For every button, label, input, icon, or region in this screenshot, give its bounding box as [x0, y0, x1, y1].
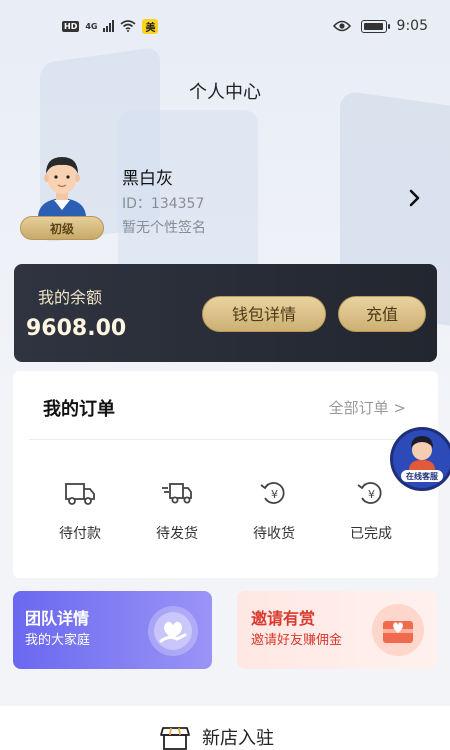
- clock-time: 9:05: [396, 18, 428, 34]
- customer-service-icon[interactable]: 在线客服: [389, 426, 450, 492]
- svg-text:¥: ¥: [271, 488, 278, 501]
- orders-card: 我的订单 全部订单 > 待付款 待发货 ¥ 待收货 ¥ 已完成: [13, 371, 438, 578]
- user-id: ID：134357: [122, 196, 205, 212]
- wallet-details-button[interactable]: 钱包详情: [202, 296, 326, 332]
- status-bar: HD 4G 美 9:05: [0, 0, 450, 52]
- divider: [29, 439, 422, 440]
- eye-icon: [332, 20, 351, 32]
- order-label: 待收货: [253, 526, 295, 542]
- invite-card-subtitle: 邀请好友赚佣金: [251, 633, 343, 648]
- order-pending-payment[interactable]: 待付款: [35, 479, 125, 543]
- yuan-refresh-icon: ¥: [357, 482, 382, 504]
- online-service-label: 在线客服: [406, 471, 439, 481]
- user-name: 黑白灰: [122, 169, 173, 189]
- network-type: 4G: [85, 21, 98, 31]
- team-card-subtitle: 我的大家庭: [25, 633, 91, 648]
- fast-delivery-icon: [162, 483, 192, 504]
- recharge-button[interactable]: 充值: [338, 296, 426, 332]
- svg-text:¥: ¥: [368, 488, 375, 501]
- app-notification-badge: 美: [142, 18, 159, 34]
- orders-title: 我的订单: [43, 399, 115, 420]
- invite-card-title: 邀请有赏: [251, 609, 316, 628]
- truck-icon: [65, 483, 95, 505]
- page-title: 个人中心: [189, 82, 261, 103]
- yuan-refresh-icon: ¥: [260, 482, 285, 504]
- all-orders-link[interactable]: 全部订单 >: [329, 397, 406, 418]
- order-label: 已完成: [350, 526, 392, 542]
- level-badge: 初级: [20, 216, 104, 240]
- chevron-right-icon[interactable]: [402, 186, 426, 210]
- user-signature: 暂无个性签名: [122, 220, 206, 236]
- wifi-icon: [120, 20, 137, 32]
- balance-label: 我的余额: [38, 288, 103, 307]
- storefront-icon: [160, 727, 190, 750]
- new-store-entry[interactable]: 新店入驻: [160, 724, 274, 750]
- team-card-title: 团队详情: [25, 609, 90, 628]
- battery-icon: [360, 19, 390, 33]
- gift-box-icon: [372, 604, 424, 656]
- order-label: 待发货: [156, 526, 198, 542]
- heart-hand-icon: [148, 606, 198, 656]
- order-label: 待付款: [59, 526, 101, 542]
- signal-icon: [103, 20, 115, 32]
- hd-indicator: HD: [62, 20, 80, 32]
- invite-rewards-card[interactable]: 邀请有赏 邀请好友赚佣金: [237, 591, 438, 669]
- order-pending-receipt[interactable]: ¥ 待收货: [229, 479, 319, 543]
- balance-value: 9608.00: [26, 316, 127, 341]
- user-avatar-area[interactable]: 初级: [18, 150, 108, 242]
- team-details-card[interactable]: 团队详情 我的大家庭: [13, 591, 212, 669]
- new-store-label: 新店入驻: [202, 728, 274, 749]
- balance-card: 我的余额 9608.00 钱包详情 充值: [14, 264, 437, 362]
- order-pending-shipment[interactable]: 待发货: [132, 479, 222, 543]
- avatar: [38, 157, 86, 218]
